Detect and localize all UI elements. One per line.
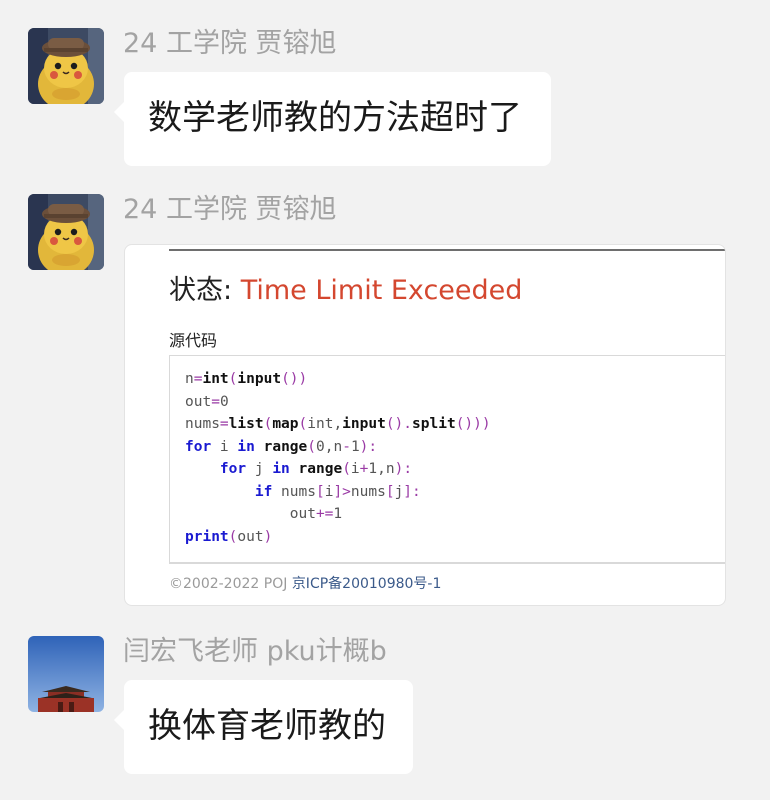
avatar[interactable] [28,194,104,270]
message-text: 数学老师教的方法超时了 [148,98,522,138]
code-line: for i in range(0,n-1): [185,439,378,455]
sender-name: 24 工学院 贾镕旭 [123,28,337,59]
message-text: 换体育老师教的 [148,706,386,746]
status-value: Time Limit Exceeded [240,275,523,306]
code-line: out+=1 [185,506,343,522]
source-code-block: n=int(input()) out=0 nums=list(map(int,i… [169,355,725,564]
code-line: out=0 [185,394,229,410]
code-line: print(out) [185,529,273,545]
chat-message: 闫宏飞老师 pku计概b 换体育老师教的 [28,636,748,776]
avatar[interactable] [28,636,104,712]
divider [169,249,725,251]
copyright-text: ©2002-2022 POJ [169,576,288,592]
code-line: for j in range(i+1,n): [219,461,413,477]
icp-link[interactable]: 京ICP备20010980号-1 [292,576,442,592]
chat-message: 24 工学院 贾镕旭 数学老师教的方法超时了 [28,28,748,168]
page-footer: ©2002-2022 POJ 京ICP备20010980号-1 [169,575,441,593]
code-line: nums=list(map(int,input().split())) [185,416,491,432]
source-code-title: 源代码 [169,331,218,350]
avatar[interactable] [28,28,104,104]
status-label: 状态: [169,275,233,306]
message-bubble[interactable]: 数学老师教的方法超时了 [114,72,551,166]
chat-message: 24 工学院 贾镕旭 状态: Time Limit Exceeded 源代码 n… [28,194,748,606]
code-line: if nums[i]>nums[j]: [254,484,421,500]
sender-name: 闫宏飞老师 pku计概b [123,636,387,667]
submission-status: 状态: Time Limit Exceeded [169,273,522,309]
sender-name: 24 工学院 贾镕旭 [123,194,337,225]
image-message[interactable]: 状态: Time Limit Exceeded 源代码 n=int(input(… [124,244,726,606]
pikachu-detective-avatar [28,194,104,270]
message-bubble[interactable]: 换体育老师教的 [114,680,413,774]
forbidden-city-avatar [28,636,104,712]
pikachu-detective-avatar [28,28,104,104]
code-line: n=int(input()) [185,371,308,387]
